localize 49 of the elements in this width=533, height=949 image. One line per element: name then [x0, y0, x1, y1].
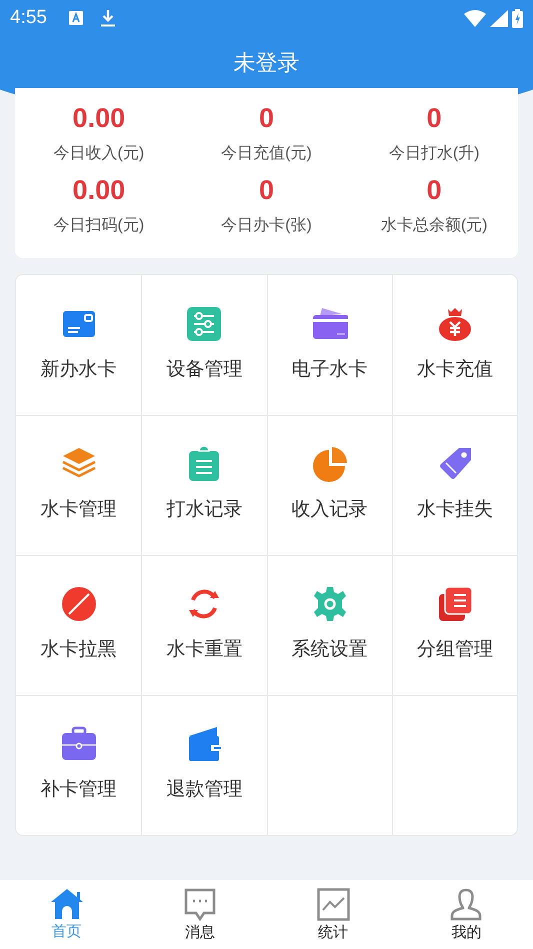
menu-item[interactable]: 设备管理 — [141, 275, 266, 415]
stat-value: 0 — [258, 102, 274, 135]
stat-label: 今日充值(元) — [221, 144, 312, 164]
stat-label: 水卡总余额(元) — [380, 216, 488, 236]
menu-item[interactable]: 水卡管理 — [16, 415, 142, 555]
gear-icon — [312, 586, 348, 622]
chart-icon — [316, 888, 350, 921]
chat-icon — [184, 888, 216, 921]
stat-value: 0.00 — [72, 174, 126, 207]
menu-item[interactable]: 水卡挂失 — [392, 415, 517, 555]
stat-value: 0 — [426, 174, 442, 207]
menu-item[interactable]: 系统设置 — [266, 555, 392, 695]
card-icon — [312, 306, 348, 342]
menu-item[interactable]: 新办水卡 — [16, 275, 142, 415]
home-icon — [50, 888, 84, 920]
money-bag-icon — [436, 306, 473, 342]
wallet-icon — [186, 726, 222, 762]
stat-label: 今日扫码(元) — [54, 216, 144, 236]
signal-icon — [490, 10, 508, 26]
menu-item[interactable]: 水卡充值 — [392, 275, 517, 415]
menu-item[interactable]: 水卡拉黑 — [16, 555, 142, 695]
person-icon — [450, 888, 482, 921]
tab[interactable]: 消息 — [133, 880, 266, 949]
wifi-icon — [464, 10, 486, 26]
stat-value: 0 — [426, 102, 442, 135]
stat-label: 今日收入(元) — [54, 144, 144, 164]
menu-item[interactable]: 补卡管理 — [16, 695, 142, 835]
sliders-icon — [186, 306, 222, 342]
documents-icon — [436, 586, 473, 622]
page-title: 未登录 — [234, 48, 300, 76]
stat-value: 0 — [258, 174, 274, 207]
tab[interactable]: 统计 — [266, 880, 400, 949]
download-icon — [100, 10, 115, 26]
menu-item[interactable]: 打水记录 — [141, 415, 266, 555]
pie-chart-icon — [312, 446, 348, 482]
keyboard-icon — [68, 11, 83, 25]
stat-value: 0.00 — [72, 102, 126, 135]
prohibited-icon — [60, 586, 97, 622]
menu-item[interactable]: 收入记录 — [266, 415, 392, 555]
status-time: 4:55 — [10, 6, 47, 30]
briefcase-icon — [60, 726, 97, 762]
stat-label: 今日打水(升) — [388, 144, 480, 164]
tab[interactable]: 我的 — [400, 880, 533, 949]
menu-item[interactable]: 水卡重置 — [141, 555, 266, 695]
menu-item[interactable]: 分组管理 — [392, 555, 517, 695]
stat-label: 今日办卡(张) — [221, 216, 312, 236]
battery-icon — [512, 8, 523, 28]
menu-item[interactable]: 退款管理 — [141, 695, 266, 835]
menu-item[interactable]: 电子水卡 — [266, 275, 392, 415]
